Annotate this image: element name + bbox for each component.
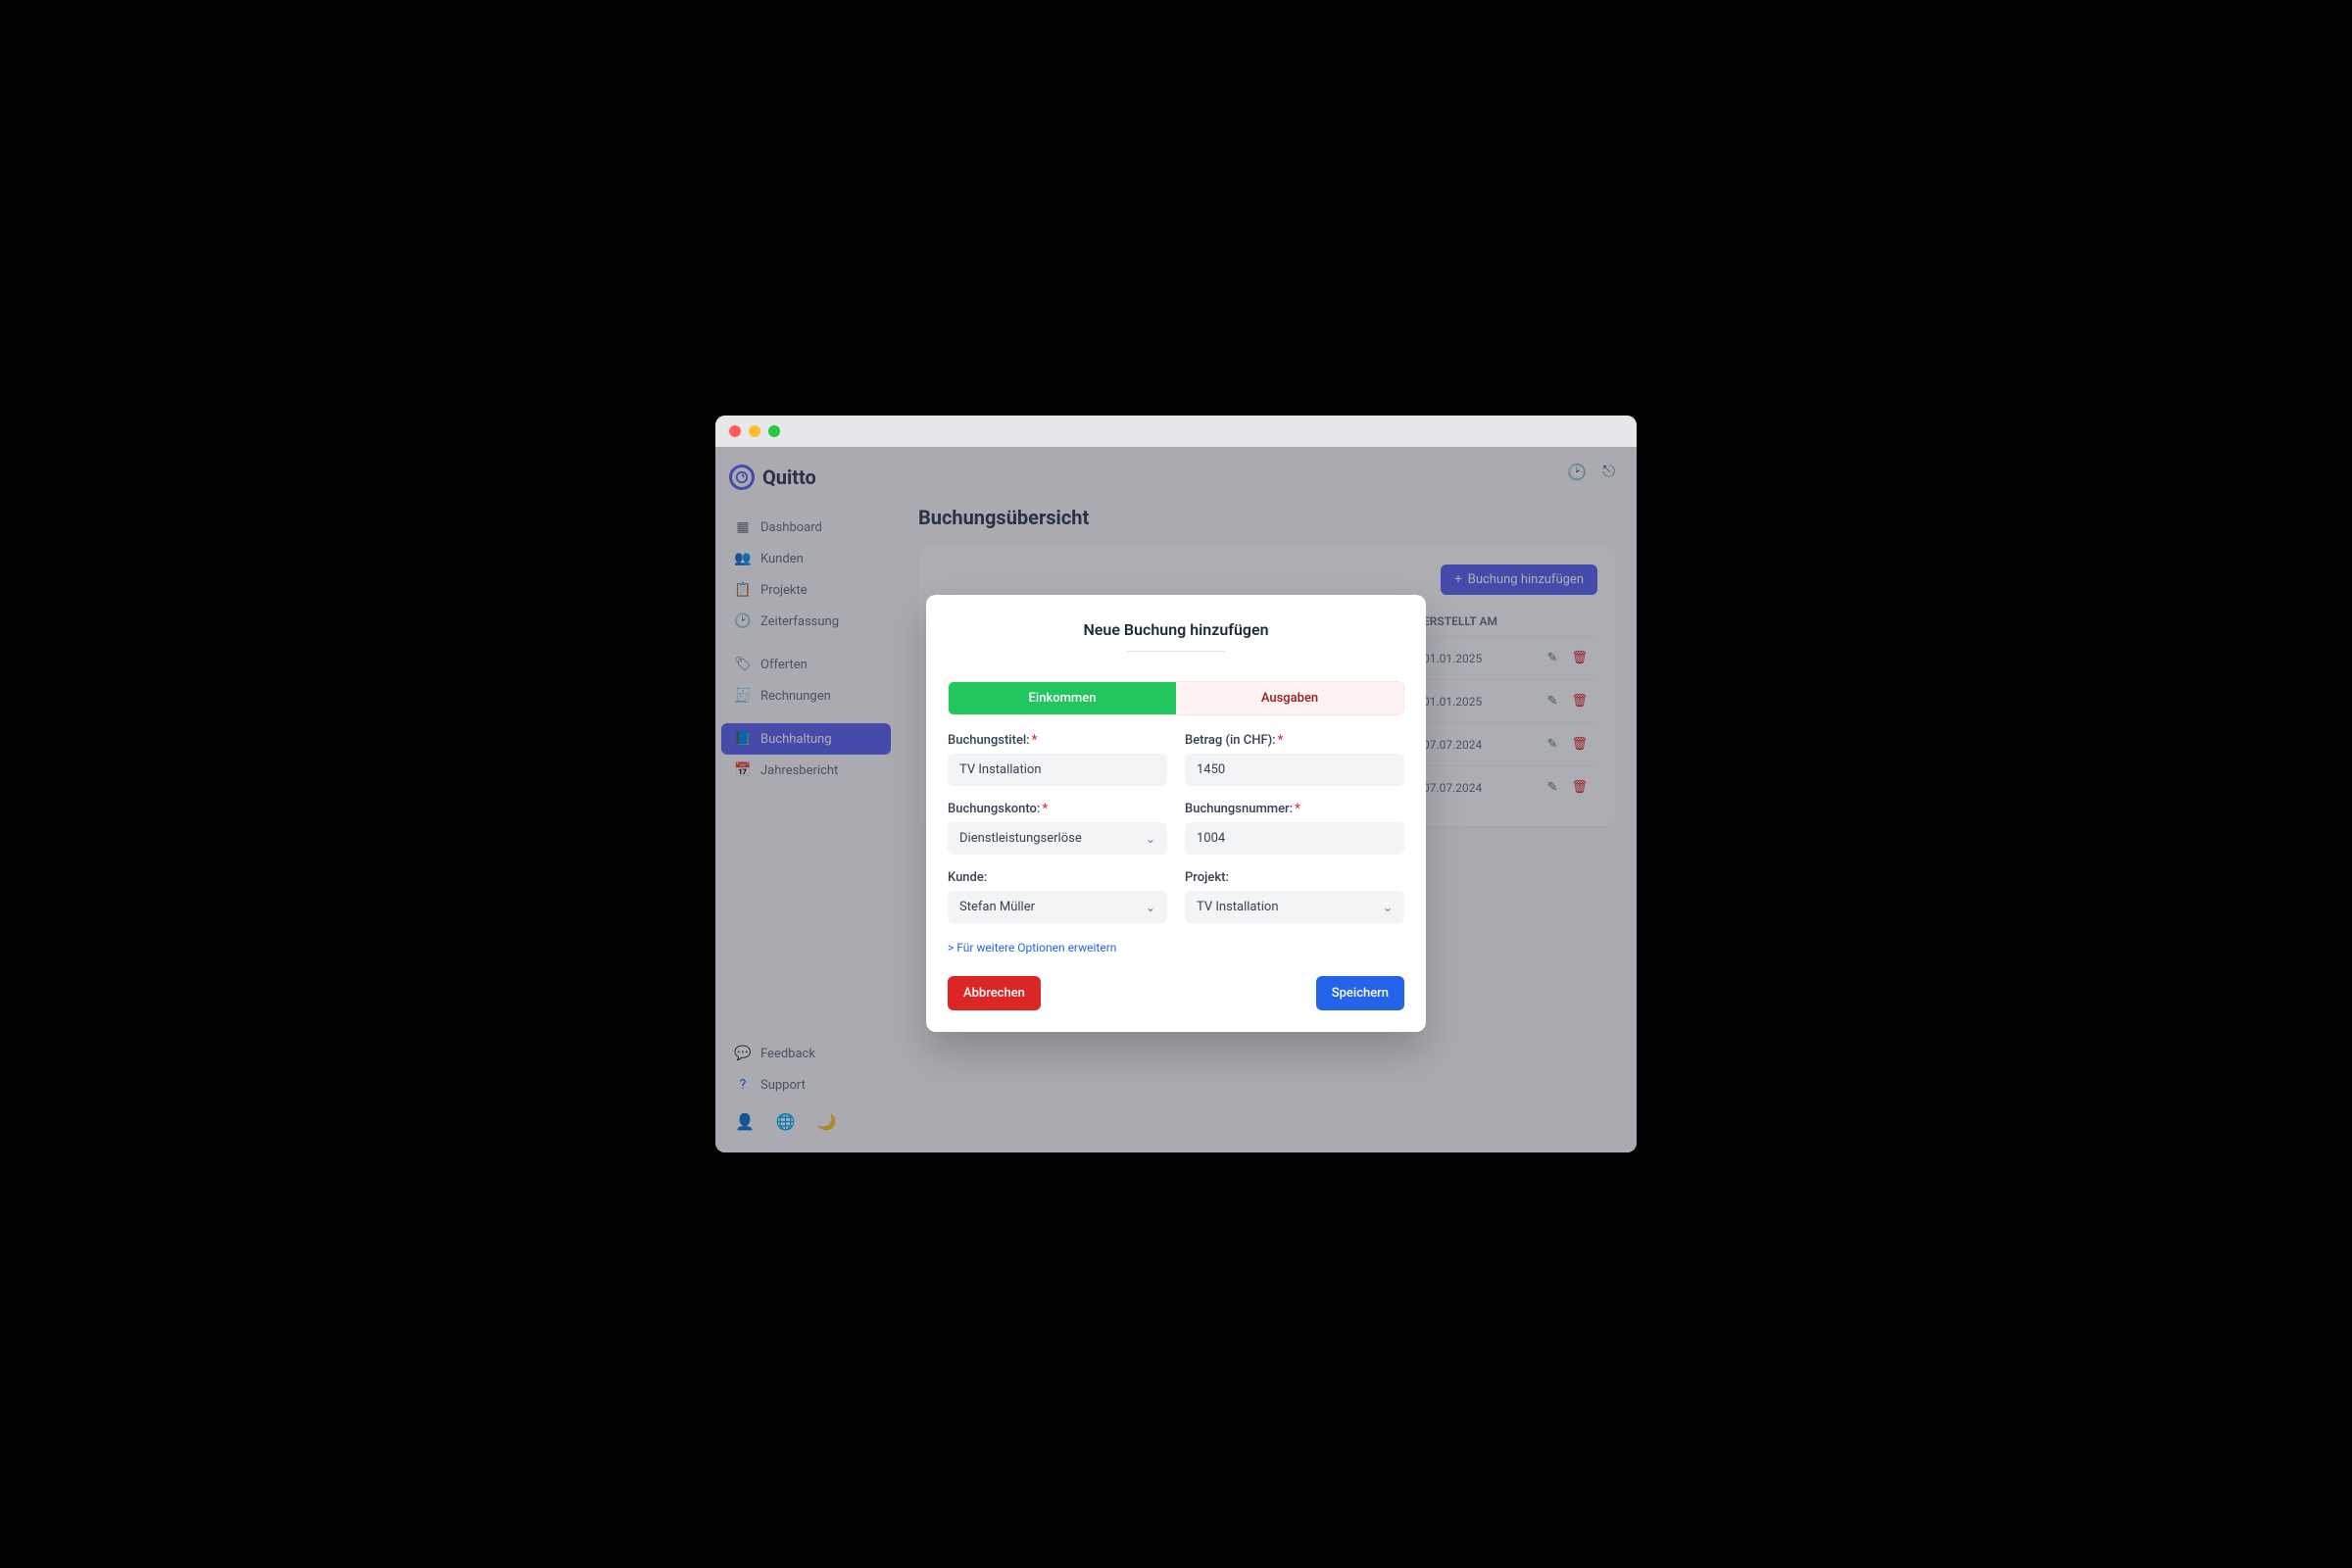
required-marker: * — [1295, 802, 1300, 816]
chevron-down-icon: ⌄ — [1146, 901, 1155, 914]
label-project: Projekt: — [1185, 870, 1404, 885]
modal-actions: Abbrechen Speichern — [948, 976, 1404, 1010]
close-icon[interactable] — [729, 425, 741, 437]
modal-title: Neue Buchung hinzufügen — [948, 620, 1404, 663]
minimize-icon[interactable] — [749, 425, 760, 437]
maximize-icon[interactable] — [768, 425, 780, 437]
required-marker: * — [1032, 733, 1038, 748]
booking-type-segment: Einkommen Ausgaben — [948, 681, 1404, 715]
field-number: Buchungsnummer:* — [1185, 802, 1404, 855]
label-customer: Kunde: — [948, 870, 1167, 885]
project-select[interactable]: TV Installation ⌄ — [1185, 891, 1404, 923]
field-customer: Kunde: Stefan Müller ⌄ — [948, 870, 1167, 923]
label-text: Buchungskonto: — [948, 802, 1040, 816]
field-title: Buchungstitel:* — [948, 733, 1167, 786]
label-text: Buchungstitel: — [948, 733, 1030, 748]
save-button[interactable]: Speichern — [1316, 976, 1404, 1010]
label-title: Buchungstitel:* — [948, 733, 1167, 748]
titlebar — [715, 416, 1637, 447]
chevron-down-icon: ⌄ — [1146, 832, 1155, 846]
account-select[interactable]: Dienstleistungserlöse ⌄ — [948, 822, 1167, 855]
field-account: Buchungskonto:* Dienstleistungserlöse ⌄ — [948, 802, 1167, 855]
label-text: Buchungsnummer: — [1185, 802, 1293, 816]
chevron-down-icon: ⌄ — [1383, 901, 1393, 914]
label-account: Buchungskonto:* — [948, 802, 1167, 816]
add-booking-modal: Neue Buchung hinzufügen Einkommen Ausgab… — [926, 595, 1426, 1032]
app-body: Quitto ▦ Dashboard 👥 Kunden 📋 Projekte 🕑 — [715, 447, 1637, 1152]
app-window: Quitto ▦ Dashboard 👥 Kunden 📋 Projekte 🕑 — [715, 416, 1637, 1152]
field-project: Projekt: TV Installation ⌄ — [1185, 870, 1404, 923]
tab-income[interactable]: Einkommen — [949, 682, 1176, 714]
customer-select[interactable]: Stefan Müller ⌄ — [948, 891, 1167, 923]
field-amount: Betrag (in CHF):* — [1185, 733, 1404, 786]
amount-input[interactable] — [1185, 754, 1404, 786]
required-marker: * — [1042, 802, 1048, 816]
number-input[interactable] — [1185, 822, 1404, 855]
select-value: TV Installation — [1197, 900, 1279, 914]
required-marker: * — [1278, 733, 1284, 748]
title-input[interactable] — [948, 754, 1167, 786]
tab-expense[interactable]: Ausgaben — [1176, 682, 1403, 714]
label-number: Buchungsnummer:* — [1185, 802, 1404, 816]
select-value: Dienstleistungserlöse — [959, 831, 1082, 846]
label-text: Betrag (in CHF): — [1185, 733, 1276, 748]
label-amount: Betrag (in CHF):* — [1185, 733, 1404, 748]
form-grid: Buchungstitel:* Betrag (in CHF):* Buchun… — [948, 733, 1404, 923]
cancel-button[interactable]: Abbrechen — [948, 976, 1041, 1010]
select-value: Stefan Müller — [959, 900, 1035, 914]
expand-options-link[interactable]: > Für weitere Optionen erweitern — [948, 941, 1404, 955]
